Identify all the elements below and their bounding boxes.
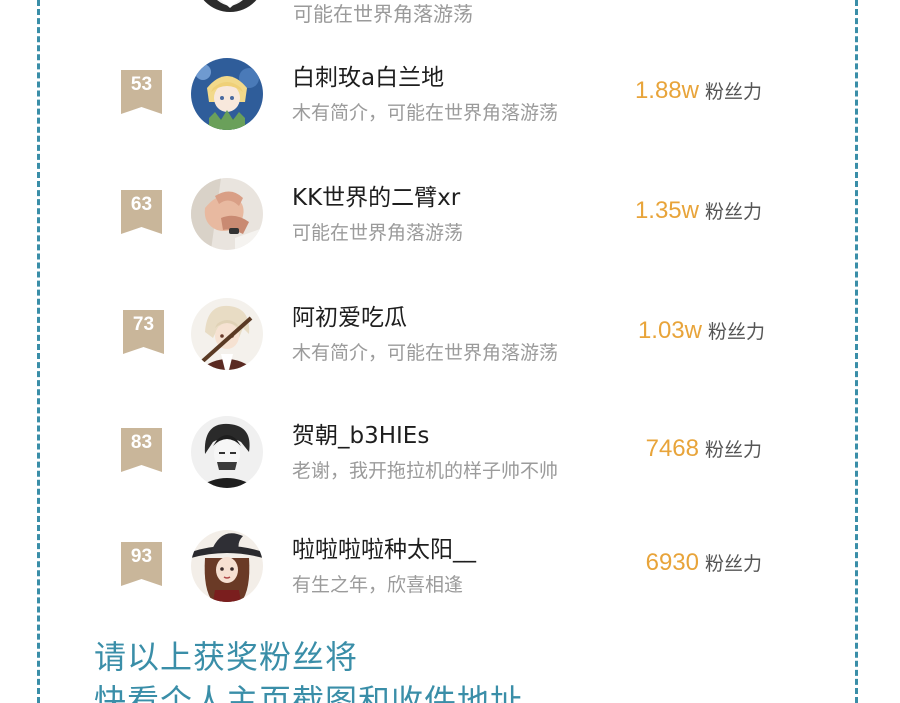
fan-name[interactable]: 白刺玫a白兰地 [292,58,444,92]
fan-power: 1.03w 粉丝力 [638,317,765,345]
fan-power: 7468 粉丝力 [646,435,762,463]
fan-name[interactable]: KK世界的二臂xr [292,178,460,212]
fan-power-value: 7468 [645,435,699,462]
fan-power-label: 粉丝力 [704,553,762,575]
ranking-row[interactable]: 73 阿初爱吃瓜 木有简介，可能在世界角落游荡 1.03w 粉丝力 [0,298,900,408]
avatar-witch-hat-girl[interactable] [191,530,263,602]
fan-power: 1.88w 粉丝力 [635,77,762,105]
ranking-row[interactable]: 83 贺朝_b3HIEs 老谢，我开拖拉机的样子帅不帅 7468 粉丝力 [0,416,900,526]
fan-description-partial: 可能在世界角落游荡 [293,2,473,26]
fan-power-label: 粉丝力 [707,321,765,343]
avatar-white-hair-anime[interactable] [191,298,263,370]
fan-name[interactable]: 贺朝_b3HIEs [292,416,429,450]
fan-description: 木有简介，可能在世界角落游荡 [292,102,559,124]
fan-power-label: 粉丝力 [704,439,762,461]
fan-name[interactable]: 阿初爱吃瓜 [292,298,407,332]
fan-description: 老谢，我开拖拉机的样子帅不帅 [292,460,559,482]
rank-badge: 73 [123,310,164,354]
fan-description: 木有简介，可能在世界角落游荡 [292,342,559,364]
rank-number: 63 [130,194,153,215]
fan-power-value: 1.35w [634,197,699,224]
fan-power-label: 粉丝力 [704,81,762,103]
fan-power-value: 6930 [645,549,699,576]
rank-badge: 83 [121,428,162,472]
avatar-partial[interactable] [195,0,265,12]
fan-power-value: 1.88w [634,77,699,104]
ranking-row[interactable]: 63 KK世界的二臂xr 可能在世界角落游荡 1.35w 粉丝力 [0,178,900,288]
instruction-line-2: 快看个人主页截图和收件地址 [94,682,524,703]
rank-number: 73 [132,314,155,335]
rank-number: 53 [130,74,153,95]
avatar-blonde-boy-anime[interactable] [191,58,263,130]
fan-power-value: 1.03w [637,317,702,344]
rank-badge: 63 [121,190,162,234]
rank-badge: 53 [121,70,162,114]
rank-number: 83 [130,432,153,453]
rank-number: 93 [130,546,153,567]
rank-badge: 93 [121,542,162,586]
ranking-row[interactable]: 53 白刺玫a白兰地 木有简介，可能在世界角落游荡 1.88w 粉丝力 [0,58,900,168]
fan-power-label: 粉丝力 [704,201,762,223]
ranking-page: 可能在世界角落游荡 53 白刺玫a白兰地 木有简介，可能在世界角落游荡 1.88… [0,0,900,703]
fan-power: 6930 粉丝力 [646,549,762,577]
fan-power: 1.35w 粉丝力 [635,197,762,225]
fan-description: 可能在世界角落游荡 [292,222,464,244]
ranking-row[interactable]: 93 啦啦啦啦种太阳__ 有生之年，欣喜相逢 6930 粉丝力 [0,530,900,640]
fan-name[interactable]: 啦啦啦啦种太阳__ [292,530,476,564]
fan-description: 有生之年，欣喜相逢 [292,574,464,596]
instruction-line-1: 请以上获奖粉丝将 [94,638,359,676]
avatar-dark-hair-sketch[interactable] [191,416,263,488]
avatar-holding-hands[interactable] [191,178,263,250]
